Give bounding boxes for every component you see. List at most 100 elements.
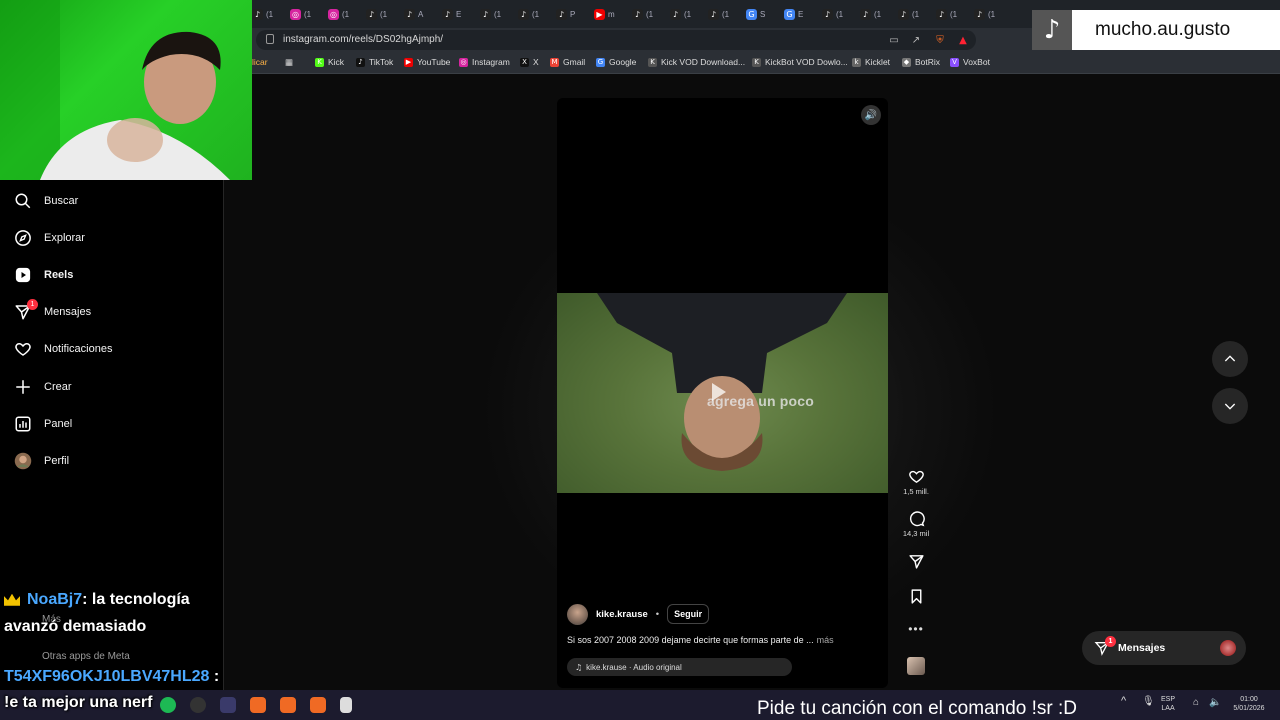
obs-icon[interactable] [190, 697, 206, 713]
send-icon[interactable] [908, 553, 925, 570]
share-action[interactable] [898, 553, 934, 572]
bookmark-item[interactable]: K KickBot VOD Dowlo... [752, 57, 848, 67]
next-reel-button[interactable] [1212, 388, 1248, 424]
browser-tab[interactable]: ♪ E [442, 6, 478, 22]
browser-tab[interactable]: ♪ (1 [708, 6, 744, 22]
follow-button[interactable]: Seguir [667, 604, 710, 624]
chat-message-continued: avanzó demasiado [4, 618, 146, 636]
bookmark-item[interactable]: ▶ YouTube [404, 57, 450, 67]
brave-icon[interactable] [250, 697, 266, 713]
bookmark-partial[interactable]: licar [252, 57, 268, 67]
previous-reel-button[interactable] [1212, 341, 1248, 377]
bookmark-item[interactable]: M Gmail [550, 57, 585, 67]
comment-count: 14,3 mil [902, 529, 930, 538]
browser-tab[interactable]: ♪ (1 [632, 6, 668, 22]
more-link[interactable]: más [817, 635, 834, 645]
browser-tab[interactable]: ♪ (1 [518, 6, 554, 22]
bookmark-item[interactable]: XX [520, 57, 539, 67]
browser-tab[interactable]: GS [746, 6, 782, 22]
brave-rewards-icon[interactable]: ▲ [957, 35, 969, 47]
sidebar-item-crear[interactable]: Crear [14, 372, 214, 402]
clock[interactable]: 01:00 5/01/2026 [1228, 695, 1270, 713]
heart-icon[interactable] [908, 468, 925, 485]
instagram-icon: ◎ [290, 8, 301, 20]
tab-title: (1 [304, 9, 312, 19]
volume-icon[interactable]: 🔈 [1209, 698, 1221, 708]
bookmark-item[interactable]: k Kicklet [852, 57, 890, 67]
play-icon[interactable] [712, 383, 726, 401]
author-avatar[interactable] [567, 603, 588, 625]
comment-action[interactable]: 14,3 mil [898, 510, 934, 538]
apps-grid-icon[interactable]: ▦ [285, 57, 293, 68]
speaker-icon[interactable]: 🔊 [861, 105, 881, 125]
chat-username: T54XF96OKJ10LBV47HL28 [4, 668, 210, 685]
browser-tab[interactable]: ♪ P [556, 6, 592, 22]
reel-player[interactable]: 🔊 agrega un poco kike.krause • Seguir Si… [557, 98, 888, 688]
reels-icon [14, 266, 32, 284]
brave-icon[interactable] [280, 697, 296, 713]
sidebar-item-buscar[interactable]: Buscar [14, 186, 214, 216]
bookmark-item[interactable]: K Kick VOD Download... [648, 57, 745, 67]
site-info-icon[interactable] [266, 34, 274, 44]
author-name[interactable]: kike.krause [596, 609, 648, 620]
brave-shield-icon[interactable]: ⛨ [934, 35, 946, 47]
sidebar-item-mensajes[interactable]: 1 Mensajes [14, 297, 214, 327]
spotify-icon[interactable] [160, 697, 176, 713]
like-action[interactable]: 1,5 mill. [898, 468, 934, 496]
bookmark-item[interactable]: G Google [596, 57, 636, 67]
screen-cast-icon[interactable]: ▭ [888, 35, 900, 47]
bookmark-item[interactable]: ♪ TikTok [356, 57, 393, 67]
url-text[interactable]: instagram.com/reels/DS02hgAjmph/ [283, 34, 443, 45]
audio-thumbnail[interactable] [907, 657, 925, 675]
bookmark-item[interactable]: K Kick [315, 57, 344, 67]
bookmark-item[interactable]: ◎ Instagram [459, 57, 510, 67]
reel-video[interactable]: agrega un poco [557, 293, 888, 493]
sidebar-item-perfil[interactable]: Perfil [14, 446, 214, 476]
browser-tab[interactable]: ♪ (1 [860, 6, 896, 22]
share-icon[interactable]: ↗ [910, 35, 922, 47]
browser-tab[interactable]: ♪ A [404, 6, 440, 22]
browser-tab[interactable]: ♪ (1 [936, 6, 972, 22]
language-indicator[interactable]: ESP LAA [1161, 695, 1175, 713]
brave-icon[interactable] [310, 697, 326, 713]
tiktok-icon: ♪ [632, 8, 643, 20]
browser-tab[interactable]: ◎ (1 [290, 6, 326, 22]
browser-tab[interactable]: ♪ (1 [898, 6, 934, 22]
bookmark-label: TikTok [369, 57, 394, 67]
browser-tab[interactable]: GE [784, 6, 820, 22]
sidebar-item-panel[interactable]: Panel [14, 409, 214, 439]
audio-label: kike.krause · Audio original [586, 662, 682, 672]
browser-tab[interactable]: ◎ (1 [328, 6, 364, 22]
network-icon[interactable]: ⌂ [1193, 698, 1199, 708]
url-field[interactable]: instagram.com/reels/DS02hgAjmph/ ▭ ↗ ⛨ ▲ [256, 30, 976, 50]
bookmark-item[interactable]: V VoxBot [950, 57, 990, 67]
sidebar-item-notificaciones[interactable]: Notificaciones [14, 334, 214, 364]
kick-vod-icon: K [648, 57, 657, 67]
browser-tab[interactable]: ♪ (1 [974, 6, 1010, 22]
messenger-icon: 1 [14, 299, 38, 321]
browser-tab[interactable]: ♪ (1 [252, 6, 288, 22]
browser-tab[interactable]: ♪ (1 [366, 6, 402, 22]
browser-tab[interactable]: ♪ (1 [670, 6, 706, 22]
sidebar-item-reels[interactable]: Reels [14, 260, 214, 290]
browser-tab[interactable]: ▶ m [594, 6, 630, 22]
google-icon: G [596, 57, 605, 67]
tray-chevron-icon[interactable]: ^ [1121, 696, 1126, 707]
tab-title: (1 [532, 9, 540, 19]
file-icon[interactable] [340, 697, 352, 713]
bookmark-label: YouTube [417, 57, 451, 67]
meta-apps-link[interactable]: Otras apps de Meta [42, 651, 130, 662]
comment-icon[interactable] [908, 510, 925, 527]
browser-tab[interactable]: ♪ (1 [822, 6, 858, 22]
compass-icon [14, 229, 32, 247]
bookmark-item[interactable]: ◆ BotRix [902, 57, 940, 67]
browser-tab[interactable]: ♪ (1 [480, 6, 516, 22]
save-action[interactable] [898, 588, 934, 607]
audio-link[interactable]: ♫ kike.krause · Audio original [567, 658, 792, 676]
more-options-icon[interactable]: ••• [898, 622, 934, 636]
messages-float-button[interactable]: 1 Mensajes [1082, 631, 1246, 665]
bookmark-icon[interactable] [908, 588, 925, 605]
microphone-icon[interactable]: 🎙 [1142, 697, 1155, 707]
app-icon[interactable] [220, 697, 236, 713]
sidebar-item-explorar[interactable]: Explorar [14, 223, 214, 253]
